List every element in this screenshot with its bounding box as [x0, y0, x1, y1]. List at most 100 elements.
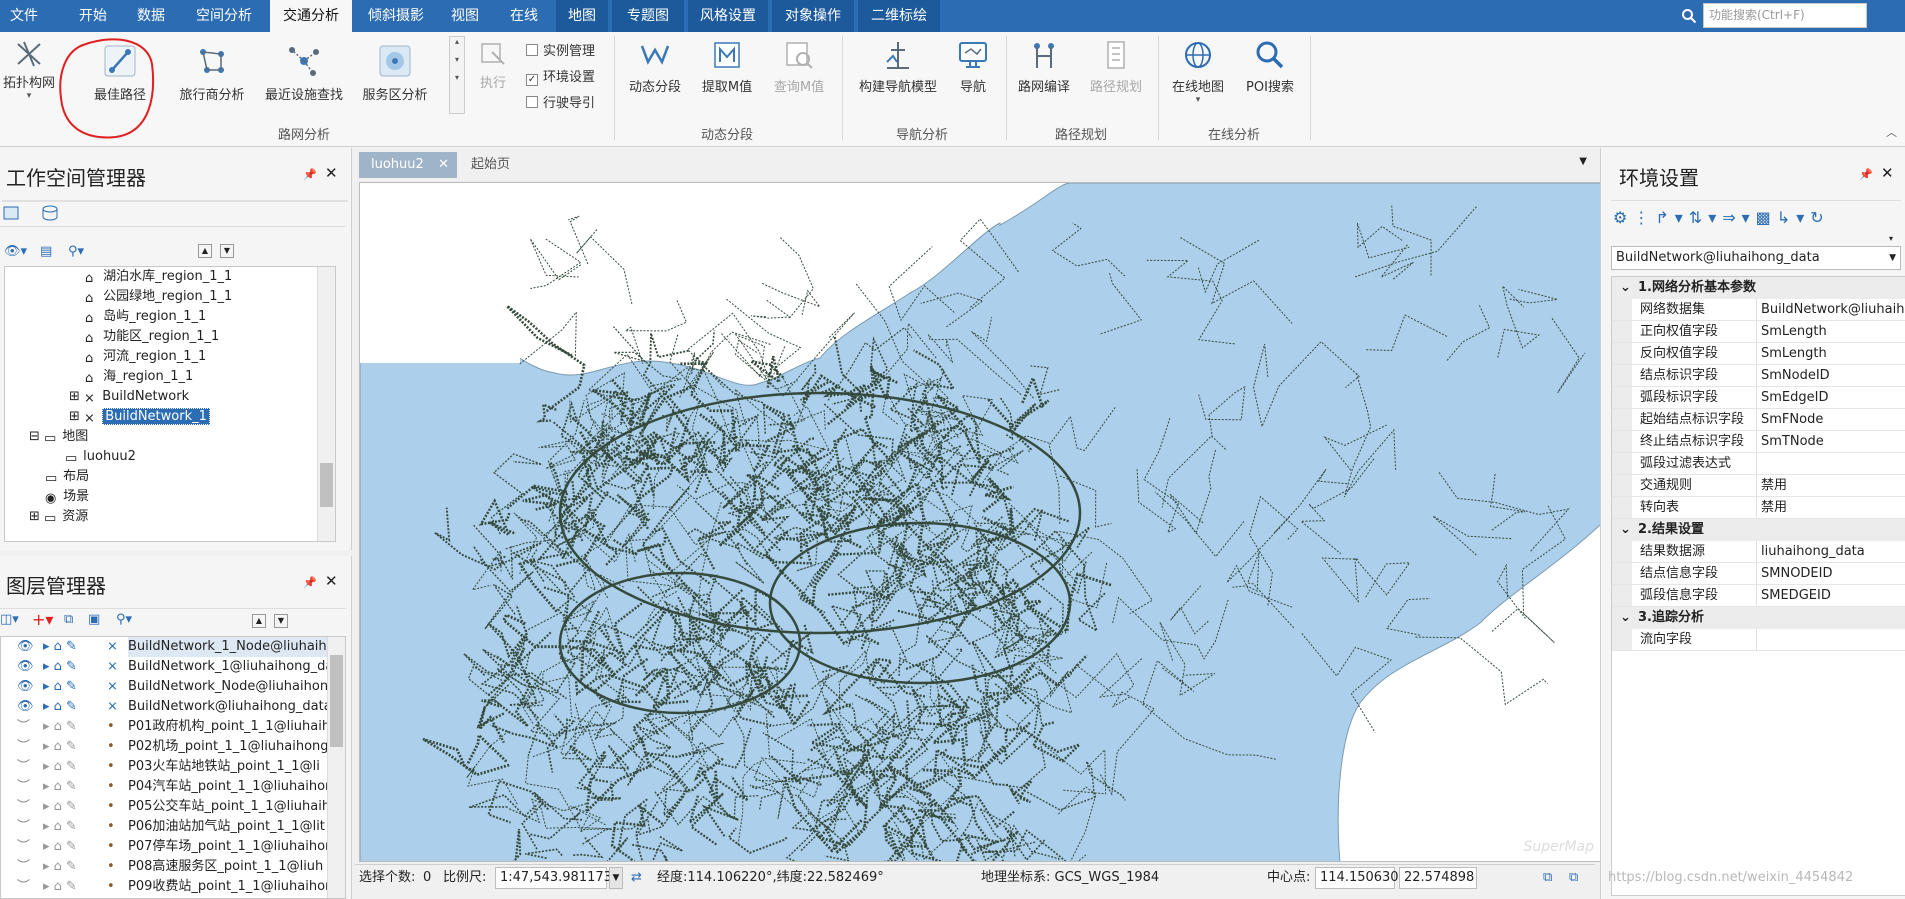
scrollbar-thumb[interactable] [320, 463, 333, 507]
visibility-eye-icon[interactable]: 👁 [17, 697, 34, 717]
layer-row[interactable]: ︶ ▸ ⌂ ✎ • P03火车站地铁站_point_1_1@li [1, 757, 345, 777]
pin-icon[interactable]: 📌 [303, 576, 317, 589]
open-tool-icon[interactable]: ▤ [40, 244, 52, 259]
layer-row[interactable]: 👁 ▸ ⌂ ✎ ⨯ BuildNetwork_1_Node@liuhaihong [1, 637, 345, 657]
tab-spatial-analysis[interactable]: 空间分析 [186, 0, 262, 32]
tree-item[interactable]: ⌂ 海_region_1_1 [85, 367, 193, 387]
property-value[interactable]: 禁用 [1761, 497, 1905, 519]
execute-button[interactable]: 执行 [470, 38, 516, 91]
search-icon[interactable] [1681, 8, 1697, 24]
layer-state-icons[interactable]: ▸ ⌂ ✎ [43, 697, 77, 717]
visibility-eye-icon[interactable]: ︶ [17, 857, 30, 877]
move-up-icon[interactable]: ▲ [198, 244, 212, 258]
layer-state-icons[interactable]: ▸ ⌂ ✎ [43, 837, 77, 857]
close-icon[interactable]: ✕ [325, 572, 338, 590]
tree-item[interactable]: ◉ 场景 [45, 487, 89, 507]
collapse-section-icon[interactable]: ⌄ [1620, 607, 1631, 629]
database-tab-icon[interactable] [40, 204, 60, 222]
paste-center-icon[interactable]: ⧉ [1569, 865, 1578, 891]
property-row[interactable]: 反向权值字段 SmLength [1612, 343, 1905, 365]
tab-view[interactable]: 视图 [442, 0, 488, 32]
property-value[interactable]: SmEdgeID [1761, 387, 1905, 409]
visibility-eye-icon[interactable]: ︶ [17, 717, 30, 737]
layer-state-icons[interactable]: ▸ ⌂ ✎ [43, 717, 77, 737]
layer-row[interactable]: ︶ ▸ ⌂ ✎ • P09收费站_point_1_1@liuhaihor [1, 877, 345, 897]
extract-m-button[interactable]: 提取M值 [694, 38, 760, 95]
layer-row[interactable]: ︶ ▸ ⌂ ✎ • P07停车场_point_1_1@liuhaihon [1, 837, 345, 857]
layer-row[interactable]: ︶ ▸ ⌂ ✎ • P04汽车站_point_1_1@liuhaihor [1, 777, 345, 797]
layer-row[interactable]: 👁 ▸ ⌂ ✎ ⨯ BuildNetwork_1@liuhaihong_data [1, 657, 345, 677]
query-m-button[interactable]: 查询M值 [766, 38, 832, 95]
layer-state-icons[interactable]: ▸ ⌂ ✎ [43, 857, 77, 877]
layer-row[interactable]: 👁 ▸ ⌂ ✎ ⨯ BuildNetwork_Node@liuhaihong [1, 677, 345, 697]
dynamic-segment-button[interactable]: 动态分段 [622, 38, 688, 95]
map-tab-active[interactable]: luohuu2 ✕ [359, 152, 457, 178]
property-row[interactable]: 转向表 禁用 [1612, 497, 1905, 519]
tab-list-dropdown-icon[interactable]: ▼ [1579, 156, 1587, 167]
layer-row[interactable]: ︶ ▸ ⌂ ✎ • P01政府机构_point_1_1@liuhaih [1, 717, 345, 737]
visibility-eye-icon[interactable]: ︶ [17, 877, 30, 897]
tab-oblique-photo[interactable]: 倾斜摄影 [358, 0, 434, 32]
add-layer-icon[interactable]: +▾ [32, 610, 53, 629]
service-area-button[interactable]: 服务区分析 [354, 42, 436, 103]
layer-row[interactable]: ︶ ▸ ⌂ ✎ • P05公交车站_point_1_1@liuhaih [1, 797, 345, 817]
online-map-button[interactable]: 在线地图 ▾ [1164, 38, 1232, 105]
tree-item[interactable]: ⌂ 河流_region_1_1 [85, 347, 206, 367]
feature-search-input[interactable]: 功能搜索(Ctrl+F) [1703, 3, 1867, 28]
tab-file[interactable]: 文件 [0, 0, 48, 32]
property-row[interactable]: 交通规则 禁用 [1612, 475, 1905, 497]
tab-2d-plotting[interactable]: 二维标绘 [858, 0, 940, 32]
layer-state-icons[interactable]: ▸ ⌂ ✎ [43, 757, 77, 777]
property-row[interactable]: 结果数据源 liuhaihong_data [1612, 541, 1905, 563]
map-canvas[interactable]: SuperMap [359, 182, 1601, 862]
center-x-input[interactable]: 114.150630 [1315, 867, 1399, 889]
toolbar-overflow-icon[interactable]: ▾ [1889, 234, 1893, 243]
layer-state-icons[interactable]: ▸ ⌂ ✎ [43, 657, 77, 677]
navigate-button[interactable]: 导航 [950, 38, 996, 95]
expand-icon[interactable]: ⊞ [29, 509, 40, 524]
close-tab-icon[interactable]: ✕ [438, 152, 449, 178]
layer-state-icons[interactable]: ▸ ⌂ ✎ [43, 797, 77, 817]
tree-item[interactable]: ⊟ ▭ 地图 [29, 427, 88, 447]
property-row[interactable]: 网络数据集 BuildNetwork@liuhaihon [1612, 299, 1905, 321]
collapse-section-icon[interactable]: ⌄ [1620, 519, 1631, 541]
tree-item[interactable]: ⌂ 岛屿_region_1_1 [85, 307, 206, 327]
property-value[interactable]: SMEDGEID [1761, 585, 1905, 607]
collapse-icon[interactable]: ⊟ [29, 429, 40, 444]
tab-style-settings[interactable]: 风格设置 [688, 0, 768, 32]
tab-thematic-map[interactable]: 专题图 [612, 0, 684, 32]
visibility-eye-icon[interactable]: ︶ [17, 777, 30, 797]
tab-traffic-analysis[interactable]: 交通分析 [270, 0, 352, 32]
property-value[interactable]: SMNODEID [1761, 563, 1905, 585]
layer-row[interactable]: ︶ ▸ ⌂ ✎ • P08高速服务区_point_1_1@liuh [1, 857, 345, 877]
tree-item-selected[interactable]: ⊞ ⨯ BuildNetwork_1 [69, 407, 210, 427]
settings-gear-icon[interactable]: ⚙ [1613, 208, 1633, 227]
pin-icon[interactable]: 📌 [1859, 168, 1873, 181]
tab-object-ops[interactable]: 对象操作 [772, 0, 854, 32]
poi-search-button[interactable]: POI搜索 [1236, 38, 1304, 95]
visibility-eye-icon[interactable]: ︶ [17, 757, 30, 777]
instance-manage-checkbox[interactable]: 实例管理 [526, 40, 595, 59]
scale-dropdown-icon[interactable]: ▼ [609, 867, 623, 889]
tree-scrollbar[interactable] [317, 267, 335, 541]
layer-state-icons[interactable]: ▸ ⌂ ✎ [43, 637, 77, 657]
expand-icon[interactable]: ⊞ [69, 409, 80, 424]
find-tool-icon[interactable]: ⚲▾ [68, 244, 84, 259]
tsp-analysis-button[interactable]: 旅行商分析 [174, 42, 250, 103]
network-dataset-select[interactable]: BuildNetwork@liuhaihong_data ▼ [1611, 246, 1901, 270]
layer-props-icon[interactable]: ▣ [88, 612, 100, 627]
property-value[interactable]: 禁用 [1761, 475, 1905, 497]
property-section-header[interactable]: ⌄ 1.网络分析基本参数 [1612, 277, 1905, 299]
group-layer-icon[interactable]: ⧉ [64, 612, 73, 627]
visibility-eye-icon[interactable]: ︶ [17, 837, 30, 857]
property-value[interactable]: SmLength [1761, 343, 1905, 365]
gallery-scroll[interactable]: ▴ ▾ ▾ [449, 36, 465, 114]
start-page-tab[interactable]: 起始页 [469, 152, 510, 178]
center-y-input[interactable]: 22.574898 [1399, 867, 1477, 889]
layer-scrollbar[interactable] [327, 637, 345, 898]
property-row[interactable]: 结点信息字段 SMNODEID [1612, 563, 1905, 585]
tab-start[interactable]: 开始 [70, 0, 116, 32]
expand-icon[interactable]: ⊞ [69, 389, 80, 404]
workspace-tab-icon[interactable] [2, 204, 22, 222]
backward-weight-icon[interactable]: ⇅▾ [1689, 208, 1722, 227]
